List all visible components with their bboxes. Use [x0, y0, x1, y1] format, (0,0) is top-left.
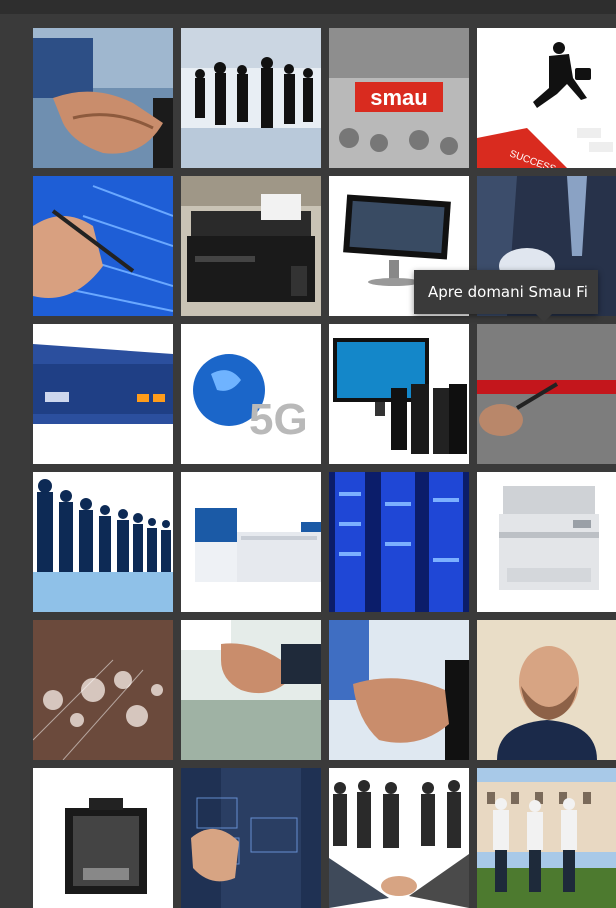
gallery-tile-3d-printer[interactable]: [33, 768, 173, 908]
gallery-tile-business-team[interactable]: [181, 28, 321, 168]
5g-label: 5G: [249, 395, 308, 444]
gallery-tile-printer[interactable]: [181, 176, 321, 316]
gallery-tile-pen-binary[interactable]: [33, 176, 173, 316]
gallery-tile-office-printer[interactable]: [477, 472, 616, 612]
gallery-tile-network-device[interactable]: [33, 324, 173, 464]
gallery-tile-fiber-optics[interactable]: [33, 620, 173, 760]
smau-logo: smau: [370, 85, 427, 110]
gallery-tile-smau-event[interactable]: smau: [329, 28, 469, 168]
gallery-tile-production-printer[interactable]: [181, 472, 321, 612]
gallery-tile-portrait-man[interactable]: [477, 620, 616, 760]
gallery-tile-globe-5g[interactable]: 5G: [181, 324, 321, 464]
tooltip: Apre domani Smau Fi: [414, 270, 598, 322]
gallery-tile-business-group-handshake[interactable]: [329, 768, 469, 908]
image-gallery-grid: smau SUCCESS 5G: [33, 28, 616, 908]
tooltip-text: Apre domani Smau Fi: [428, 283, 588, 301]
gallery-tile-handshake-office[interactable]: [181, 620, 321, 760]
gallery-tile-ribbon-cutting[interactable]: [477, 324, 616, 464]
top-bar: [0, 0, 616, 14]
gallery-tile-handshake-closeup[interactable]: [329, 620, 469, 760]
gallery-tile-handshake[interactable]: [33, 28, 173, 168]
gallery-tile-server-rack[interactable]: [329, 472, 469, 612]
gallery-tile-virtual-touchscreen[interactable]: [181, 768, 321, 908]
gallery-tile-group-outdoor-villa[interactable]: [477, 768, 616, 908]
gallery-tile-crowd-silhouettes[interactable]: [33, 472, 173, 612]
gallery-tile-computer-towers[interactable]: [329, 324, 469, 464]
gallery-tile-success-runner[interactable]: SUCCESS: [477, 28, 616, 168]
